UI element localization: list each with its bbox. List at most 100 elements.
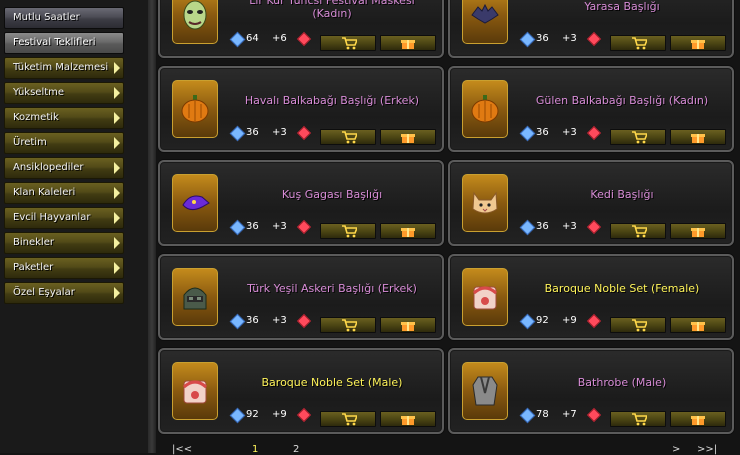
arrow-right-icon bbox=[114, 112, 120, 124]
price-bonus: +3 bbox=[272, 221, 287, 232]
nav-yukseltme[interactable]: Yükseltme bbox=[4, 82, 124, 104]
cart-icon bbox=[342, 225, 357, 238]
nav-festival-teklifleri[interactable]: Festival Teklifleri bbox=[4, 32, 124, 54]
gift-button[interactable] bbox=[670, 129, 726, 145]
gift-button[interactable] bbox=[670, 35, 726, 51]
gift-icon bbox=[691, 322, 705, 331]
gift-icon bbox=[691, 40, 705, 49]
price-bonus: +3 bbox=[562, 221, 577, 232]
pager-first[interactable]: |<< bbox=[172, 444, 192, 455]
nav-label: Yükseltme bbox=[13, 87, 65, 98]
buy-button[interactable] bbox=[320, 35, 376, 51]
cart-icon bbox=[342, 131, 357, 144]
buy-button[interactable] bbox=[610, 411, 666, 427]
price-main: 64 bbox=[246, 33, 259, 44]
nav-kozmetik[interactable]: Kozmetik bbox=[4, 107, 124, 129]
product-card[interactable]: Havalı Balkabağı Başlığı (Erkek) 36 +3 bbox=[158, 66, 444, 152]
gift-button[interactable] bbox=[380, 223, 436, 239]
buy-button[interactable] bbox=[610, 129, 666, 145]
product-card[interactable]: Türk Yeşil Askeri Başlığı (Erkek) 36 +3 bbox=[158, 254, 444, 340]
nav-ansiklopediler[interactable]: Ansiklopediler bbox=[4, 157, 124, 179]
product-card[interactable]: Kuş Gagası Başlığı 36 +3 bbox=[158, 160, 444, 246]
pager-page-1[interactable]: 1 bbox=[252, 444, 258, 455]
price-bonus: +3 bbox=[272, 315, 287, 326]
arrow-right-icon bbox=[114, 262, 120, 274]
nav-uretim[interactable]: Üretim bbox=[4, 132, 124, 154]
cart-icon bbox=[632, 225, 647, 238]
cart-icon bbox=[342, 37, 357, 50]
nav-label: Evcil Hayvanlar bbox=[13, 212, 91, 223]
arrow-right-icon bbox=[114, 137, 120, 149]
product-card[interactable]: Baroque Noble Set (Male) 92 +9 bbox=[158, 348, 444, 434]
nav-label: Ansiklopediler bbox=[13, 162, 84, 173]
gift-button[interactable] bbox=[380, 411, 436, 427]
red-gem-icon bbox=[296, 31, 312, 47]
gift-icon bbox=[691, 228, 705, 237]
panel-divider bbox=[148, 0, 156, 453]
buy-button[interactable] bbox=[320, 317, 376, 333]
gift-icon bbox=[691, 134, 705, 143]
gift-button[interactable] bbox=[380, 35, 436, 51]
bat-hat-icon bbox=[462, 0, 508, 44]
price-main: 36 bbox=[536, 33, 549, 44]
buy-button[interactable] bbox=[610, 223, 666, 239]
buy-button[interactable] bbox=[610, 317, 666, 333]
product-card[interactable]: Bathrobe (Male) 78 +7 bbox=[448, 348, 734, 434]
pager-next[interactable]: > bbox=[672, 444, 680, 455]
nav-tuketim-malzemesi[interactable]: Tüketim Malzemesi bbox=[4, 57, 124, 79]
cat-hat-icon bbox=[462, 174, 508, 232]
gift-button[interactable] bbox=[670, 223, 726, 239]
pumpkin-hat-icon bbox=[462, 80, 508, 138]
price-main: 92 bbox=[536, 315, 549, 326]
gift-icon bbox=[401, 134, 415, 143]
gift-button[interactable] bbox=[670, 317, 726, 333]
product-card[interactable]: Lir Kur Yüncsi Festival Maskesi (Kadın) … bbox=[158, 0, 444, 58]
blue-gem-icon bbox=[229, 31, 246, 48]
blue-gem-icon bbox=[519, 125, 536, 142]
sidebar: Mutlu Saatler Festival Teklifleri Tüketi… bbox=[0, 0, 150, 453]
cart-icon bbox=[632, 131, 647, 144]
product-card[interactable]: Kedi Başlığı 36 +3 bbox=[448, 160, 734, 246]
product-card[interactable]: Gülen Balkabağı Başlığı (Kadın) 36 +3 bbox=[448, 66, 734, 152]
nav-evcil-hayvanlar[interactable]: Evcil Hayvanlar bbox=[4, 207, 124, 229]
red-gem-icon bbox=[586, 407, 602, 423]
product-name: Gülen Balkabağı Başlığı (Kadın) bbox=[535, 94, 709, 107]
nav-ozel-esyalar[interactable]: Özel Eşyalar bbox=[4, 282, 124, 304]
arrow-right-icon bbox=[114, 287, 120, 299]
price-bonus: +3 bbox=[272, 127, 287, 138]
blue-gem-icon bbox=[229, 219, 246, 236]
nav-label: Mutlu Saatler bbox=[13, 12, 80, 23]
gift-button[interactable] bbox=[380, 317, 436, 333]
bathrobe-icon bbox=[462, 362, 508, 420]
buy-button[interactable] bbox=[610, 35, 666, 51]
festival-mask-icon bbox=[172, 0, 218, 44]
buy-button[interactable] bbox=[320, 411, 376, 427]
price-bonus: +9 bbox=[562, 315, 577, 326]
pager-page-2[interactable]: 2 bbox=[293, 444, 299, 455]
nav-label: Binekler bbox=[13, 237, 54, 248]
blue-gem-icon bbox=[519, 313, 536, 330]
baroque-set-icon bbox=[172, 362, 218, 420]
product-card[interactable]: Baroque Noble Set (Female) 92 +9 bbox=[448, 254, 734, 340]
red-gem-icon bbox=[586, 313, 602, 329]
cart-icon bbox=[632, 413, 647, 426]
nav-label: Üretim bbox=[13, 137, 47, 148]
buy-button[interactable] bbox=[320, 223, 376, 239]
price-bonus: +3 bbox=[562, 127, 577, 138]
product-name: Kuş Gagası Başlığı bbox=[281, 188, 383, 201]
buy-button[interactable] bbox=[320, 129, 376, 145]
nav-binekler[interactable]: Binekler bbox=[4, 232, 124, 254]
pager-last[interactable]: >>| bbox=[697, 444, 717, 455]
gift-button[interactable] bbox=[380, 129, 436, 145]
arrow-right-icon bbox=[114, 162, 120, 174]
gift-button[interactable] bbox=[670, 411, 726, 427]
nav-klan-kaleleri[interactable]: Klan Kaleleri bbox=[4, 182, 124, 204]
product-card[interactable]: Yarasa Başlığı 36 +3 bbox=[448, 0, 734, 58]
arrow-right-icon bbox=[114, 62, 120, 74]
arrow-right-icon bbox=[114, 212, 120, 224]
price-bonus: +3 bbox=[562, 33, 577, 44]
price-main: 36 bbox=[246, 221, 259, 232]
price-main: 92 bbox=[246, 409, 259, 420]
nav-mutlu-saatler[interactable]: Mutlu Saatler bbox=[4, 7, 124, 29]
nav-paketler[interactable]: Paketler bbox=[4, 257, 124, 279]
